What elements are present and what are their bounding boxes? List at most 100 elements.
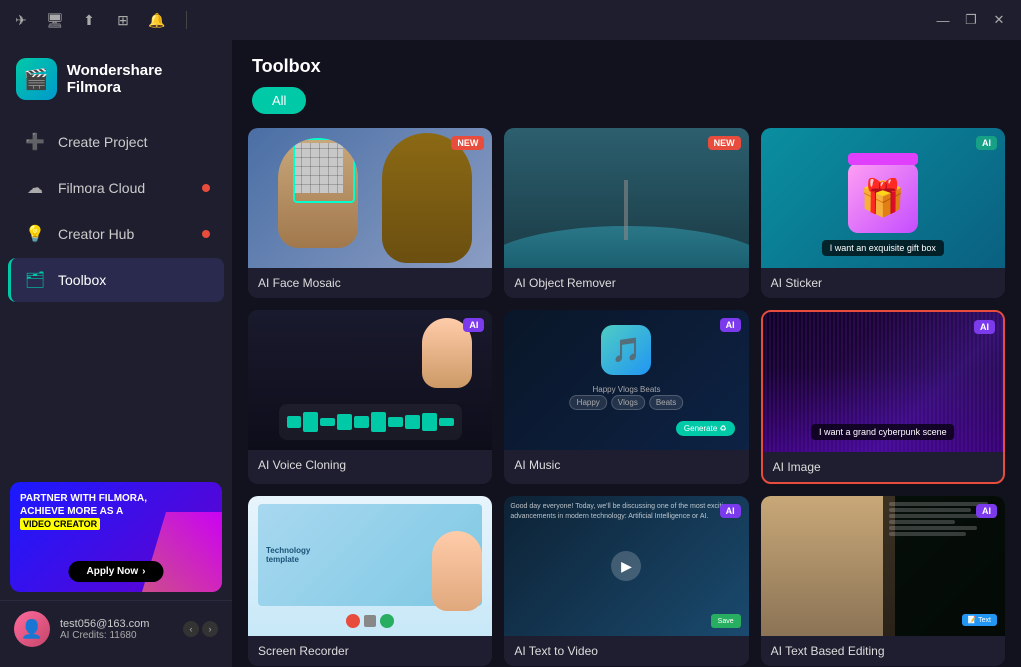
gift-sticker [848, 163, 918, 233]
banner-content: PARTNER WITH FILMORA, ACHIEVE MORE AS A … [10, 482, 222, 541]
sidebar-item-create-project[interactable]: ➕ Create Project [8, 120, 224, 164]
text-button[interactable]: 📝 Text [962, 614, 997, 626]
user-profile: 👤 test056@163.com AI Credits: 11680 ‹ › [0, 600, 232, 657]
close-button[interactable]: ✕ [989, 10, 1009, 30]
wave-bar [320, 418, 335, 426]
mosaic-person-right [382, 133, 472, 263]
sidebar: 🎬 Wondershare Filmora ➕ Create Project ☁… [0, 40, 232, 667]
window-controls: — ❐ ✕ [933, 10, 1009, 30]
screen-recorder-thumbnail: Technologytemplate [248, 496, 492, 636]
ai-image-thumbnail: I want a grand cyberpunk scene AI [763, 312, 1003, 452]
titlebar-actions: ✈ 🖥 ⬆ ⊞ 🔔 [12, 11, 191, 29]
tool-name: AI Voice Cloning [258, 458, 482, 472]
ai-object-remover-thumbnail: NEW [504, 128, 748, 268]
sidebar-nav: ➕ Create Project ☁ Filmora Cloud 💡 Creat… [0, 120, 232, 474]
template-text: Technologytemplate [266, 546, 310, 564]
tool-card-ai-face-mosaic[interactable]: NEW AI Face Mosaic [248, 128, 492, 298]
pole [624, 180, 628, 240]
tool-name: AI Music [514, 458, 738, 472]
content-header: Toolbox [232, 40, 1021, 87]
new-badge: NEW [708, 136, 741, 150]
sticker-prompt-text: I want an exquisite gift box [822, 240, 944, 256]
text-line [889, 502, 988, 506]
sticker-visual: I want an exquisite gift box [761, 128, 1005, 268]
tool-card-ai-sticker[interactable]: I want an exquisite gift box AI AI Stick… [761, 128, 1005, 298]
tool-card-ai-object-remover[interactable]: NEW AI Object Remover [504, 128, 748, 298]
ai-text-to-video-thumbnail: Good day everyone! Today, we'll be discu… [504, 496, 748, 636]
screen-person [432, 531, 482, 611]
ai-badge: AI [976, 136, 997, 150]
sidebar-label-creator-hub: Creator Hub [58, 226, 134, 242]
monitor-icon[interactable]: 🖥 [46, 11, 64, 29]
next-arrow-button[interactable]: › [202, 621, 218, 637]
tool-card-ai-image[interactable]: I want a grand cyberpunk scene AI AI Ima… [761, 310, 1005, 484]
restore-button[interactable]: ❐ [961, 10, 981, 30]
mosaic-person-left [278, 138, 358, 248]
tool-card-ai-text-to-video[interactable]: Good day everyone! Today, we'll be discu… [504, 496, 748, 666]
text-line [889, 526, 977, 530]
tool-info: AI Sticker [761, 268, 1005, 298]
voice-visual [248, 310, 492, 450]
ai-face-mosaic-thumbnail: NEW [248, 128, 492, 268]
sidebar-label-toolbox: Toolbox [58, 272, 106, 288]
sidebar-item-creator-hub[interactable]: 💡 Creator Hub [8, 212, 224, 256]
tool-card-ai-text-based-editing[interactable]: 📝 Text AI AI Text Based Editing [761, 496, 1005, 666]
user-credits: AI Credits: 11680 [60, 630, 173, 641]
sidebar-item-filmora-cloud[interactable]: ☁ Filmora Cloud [8, 166, 224, 210]
tool-name: AI Object Remover [514, 276, 738, 290]
tool-card-screen-recorder[interactable]: Technologytemplate Screen Recorder [248, 496, 492, 666]
tool-info: AI Object Remover [504, 268, 748, 298]
stop-button [364, 615, 376, 627]
wave-bar [388, 417, 403, 427]
titlebar-separator [186, 11, 187, 29]
music-tag-beats: Beats [649, 395, 683, 410]
music-note-icon: 🎵 [601, 325, 651, 375]
send-icon[interactable]: ✈ [12, 11, 30, 29]
toolbox-icon: 🗂 [24, 269, 46, 291]
face-detection-border [293, 138, 355, 203]
ai-badge: AI [720, 318, 741, 332]
tool-name: AI Sticker [771, 276, 995, 290]
music-generate-button[interactable]: Generate ♻ [676, 421, 735, 436]
arrow-right-icon: › [142, 566, 145, 577]
tool-card-ai-voice-cloning[interactable]: AI AI Voice Cloning [248, 310, 492, 484]
banner-highlight: VIDEO CREATOR [20, 518, 100, 530]
wave-bar [405, 415, 420, 429]
logo-text: Wondershare Filmora [67, 62, 216, 96]
sidebar-item-toolbox[interactable]: 🗂 Toolbox [8, 258, 224, 302]
tool-name: AI Face Mosaic [258, 276, 482, 290]
banner-apply-button[interactable]: Apply Now › [68, 561, 163, 582]
tool-card-ai-music[interactable]: 🎵 Happy Vlogs Beats Happy Vlogs Beats Ge… [504, 310, 748, 484]
minimize-button[interactable]: — [933, 10, 953, 30]
screen-controls [346, 614, 394, 628]
logo-icon: 🎬 [16, 58, 57, 100]
prev-arrow-button[interactable]: ‹ [183, 621, 199, 637]
ai-music-thumbnail: 🎵 Happy Vlogs Beats Happy Vlogs Beats Ge… [504, 310, 748, 450]
text-line [889, 520, 955, 524]
grid-icon[interactable]: ⊞ [114, 11, 132, 29]
music-tag-vlogs: Vlogs [611, 395, 645, 410]
ai-voice-cloning-thumbnail: AI [248, 310, 492, 450]
ai-badge: AI [463, 318, 484, 332]
partner-banner[interactable]: PARTNER WITH FILMORA, ACHIEVE MORE AS A … [10, 482, 222, 592]
upload-icon[interactable]: ⬆ [80, 11, 98, 29]
screen-visual: Technologytemplate [248, 496, 492, 636]
wave-bar [354, 416, 369, 428]
play-button [380, 614, 394, 628]
save-indicator: Save [711, 614, 741, 628]
music-visual: 🎵 Happy Vlogs Beats Happy Vlogs Beats Ge… [504, 310, 748, 450]
tool-info: AI Text Based Editing [761, 636, 1005, 666]
bell-icon[interactable]: 🔔 [148, 11, 166, 29]
text-edit-visual: 📝 Text [761, 496, 1005, 636]
wave-bar [303, 412, 318, 432]
banner-title: PARTNER WITH FILMORA, ACHIEVE MORE AS A … [20, 492, 212, 531]
wave-bar [371, 412, 386, 432]
app-logo: 🎬 Wondershare Filmora [0, 50, 232, 120]
tool-name: AI Text to Video [514, 644, 738, 658]
user-avatar: 👤 [14, 611, 50, 647]
tool-info: AI Face Mosaic [248, 268, 492, 298]
toolbox-grid-container: NEW AI Face Mosaic NEW [232, 128, 1021, 667]
creator-hub-icon: 💡 [24, 223, 46, 245]
tab-all[interactable]: All [252, 87, 306, 114]
logo-text-primary: Wondershare Filmora [67, 62, 216, 96]
